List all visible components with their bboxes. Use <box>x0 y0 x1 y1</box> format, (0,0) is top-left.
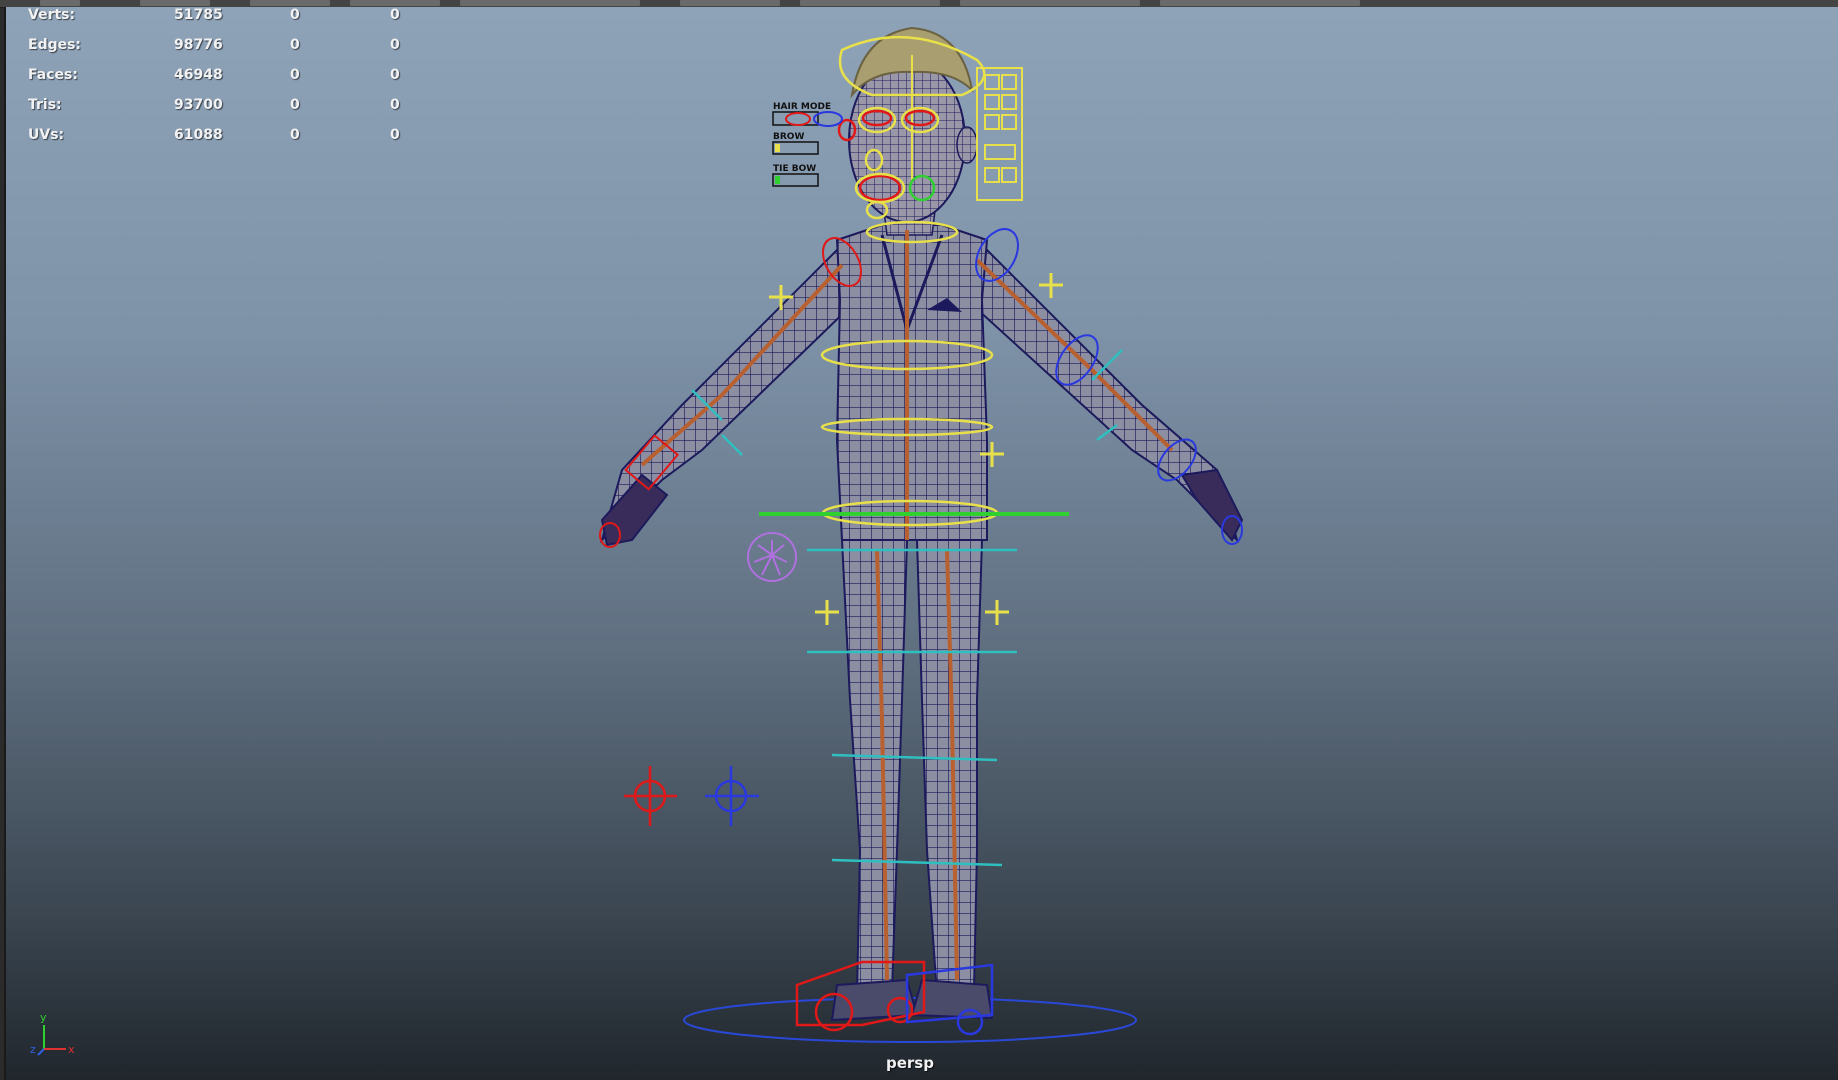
camera-name-label: persp <box>886 1054 934 1072</box>
tool-icon[interactable] <box>250 0 330 6</box>
view-axis-gizmo: y x z <box>28 1007 88 1067</box>
tool-icon[interactable] <box>460 0 640 6</box>
axis-z-label: z <box>30 1043 36 1056</box>
tool-icon[interactable] <box>680 0 780 6</box>
perspective-viewport[interactable]: Verts: 51785 0 0 Edges: 98776 0 0 Faces:… <box>4 7 1838 1080</box>
scene-canvas[interactable]: HAIR MODE BROW TIE BOW <box>6 7 1838 1080</box>
foot-ik-target-left[interactable] <box>624 766 677 826</box>
rig-switch-panel[interactable]: HAIR MODE BROW TIE BOW <box>772 102 843 187</box>
tool-icon[interactable] <box>40 0 80 6</box>
rig-label-hair-mode: HAIR MODE <box>773 102 831 112</box>
axis-x-label: x <box>68 1043 75 1056</box>
rig-label-tie-bow: TIE BOW <box>773 164 816 174</box>
axis-y-label: y <box>40 1011 47 1024</box>
tool-icon[interactable] <box>800 0 940 6</box>
skeleton-joints[interactable] <box>640 230 1174 981</box>
tool-icon[interactable] <box>1160 0 1360 6</box>
tool-icon[interactable] <box>960 0 1140 6</box>
settings-flower-control[interactable] <box>747 532 797 582</box>
maya-app: Verts: 51785 0 0 Edges: 98776 0 0 Faces:… <box>0 0 1838 1080</box>
foot-ik-target-right[interactable] <box>705 766 759 826</box>
tool-icon[interactable] <box>350 0 440 6</box>
tool-icon[interactable] <box>140 0 210 6</box>
rig-label-brow: BROW <box>773 132 804 142</box>
face-ui-panel[interactable] <box>976 67 1023 201</box>
